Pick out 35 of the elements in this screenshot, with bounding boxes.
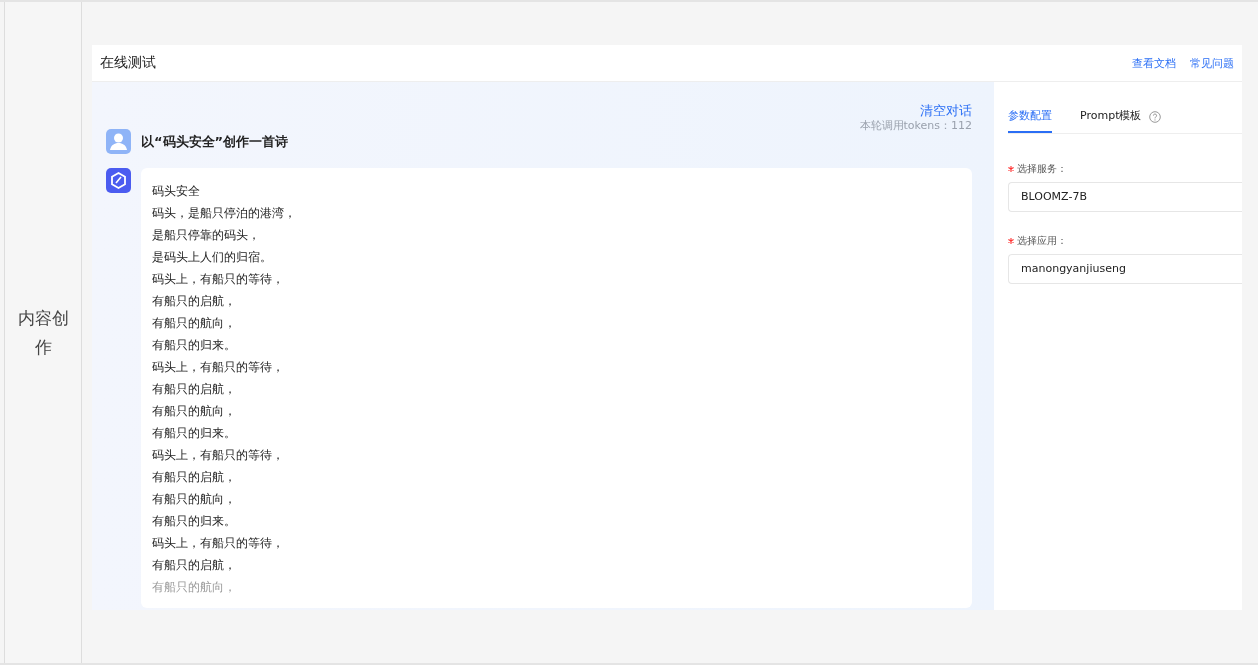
token-count: 本轮调用tokens：112 <box>859 118 972 133</box>
field-label: 选择服务： <box>1017 163 1067 174</box>
answer-line: 码头，是船只停泊的港湾， <box>152 205 297 222</box>
select-field[interactable]: manongyanjiuseng <box>1008 254 1242 284</box>
answer-line: 有船只的启航， <box>152 469 237 486</box>
answer-line: 码头安全 <box>152 183 201 200</box>
page-title: 在线测试 <box>100 54 156 72</box>
header-link[interactable]: 常见问题 <box>1190 55 1234 71</box>
panel-tab[interactable]: Prompt模板 <box>1080 108 1142 133</box>
answer-line: 有船只的归来。 <box>152 337 237 354</box>
answer-line: 码头上，有船只的等待， <box>152 535 285 552</box>
answer-line: 码头上，有船只的等待， <box>152 359 285 376</box>
answer-line: 有船只的航向， <box>152 403 237 420</box>
panel-tab[interactable]: 参数配置 <box>1008 108 1052 133</box>
answer-line: 有船只的归来。 <box>152 513 237 530</box>
answer-line: 有船只的启航， <box>152 381 237 398</box>
user-avatar-icon <box>106 129 131 154</box>
select-field[interactable]: BLOOMZ-7B <box>1008 182 1242 212</box>
answer-line: 码头上，有船只的等待， <box>152 271 285 288</box>
help-icon[interactable] <box>1149 110 1162 123</box>
answer-line: 是船只停靠的码头， <box>152 227 261 244</box>
answer-line: 码头上，有船只的等待， <box>152 447 285 464</box>
clear-chat-button[interactable]: 清空对话 <box>920 102 972 120</box>
answer-line: 有船只的航向， <box>152 491 237 508</box>
bot-avatar-icon <box>106 168 131 193</box>
answer-line: 有船只的启航， <box>152 557 237 574</box>
user-question: 以“码头安全”创作一首诗 <box>141 132 289 151</box>
answer-line: 有船只的归来。 <box>152 425 237 442</box>
answer-line: 有船只的航向， <box>152 579 237 596</box>
answer-line: 是码头上人们的归宿。 <box>152 249 273 266</box>
header-link[interactable]: 查看文档 <box>1132 55 1176 71</box>
answer-line: 有船只的航向， <box>152 315 237 332</box>
answer-line: 有船只的启航， <box>152 293 237 310</box>
field-label: 选择应用： <box>1017 235 1067 246</box>
row-label: 内容创作 <box>16 306 70 359</box>
